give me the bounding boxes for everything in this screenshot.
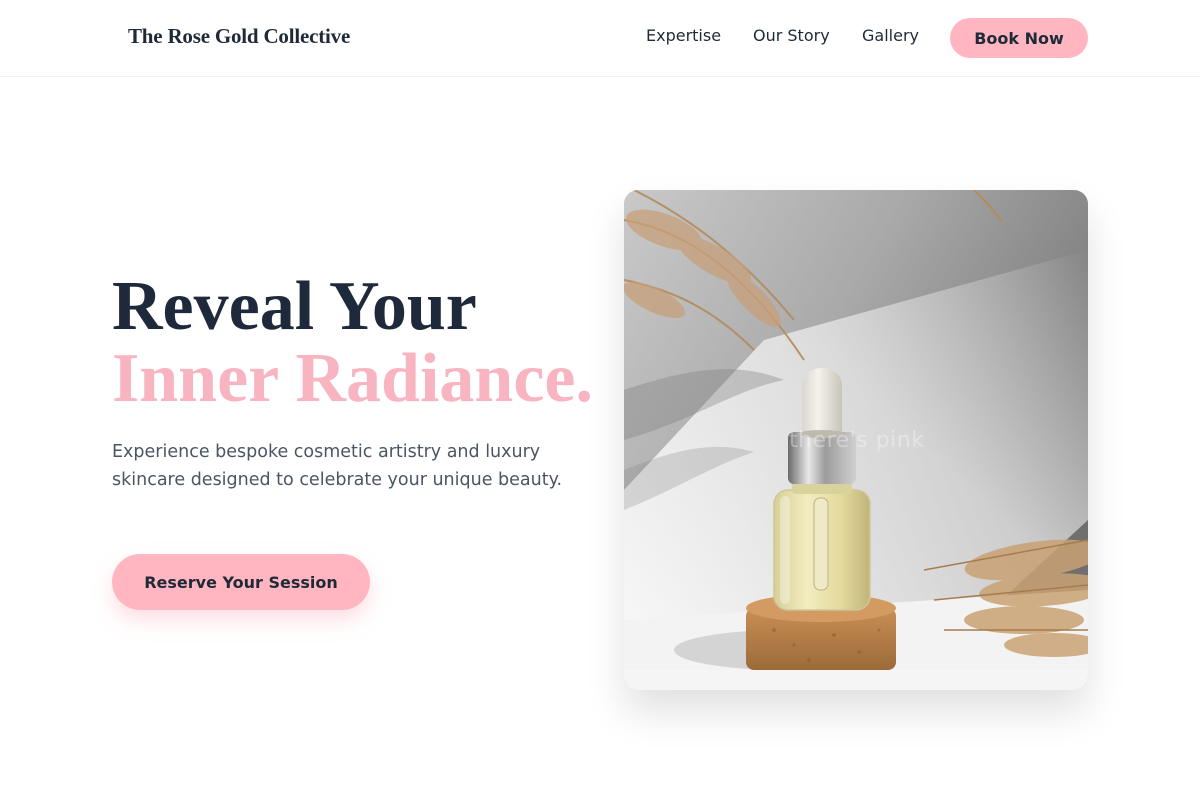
brand-logo[interactable]: The Rose Gold Collective — [128, 24, 350, 49]
hero-title-line-2: Inner Radiance. — [112, 340, 593, 417]
nav-link-gallery[interactable]: Gallery — [862, 26, 919, 45]
image-watermark: there's pink — [789, 428, 925, 453]
hero-subtitle: Experience bespoke cosmetic artistry and… — [112, 442, 563, 490]
hero-product-image: there's pink — [624, 190, 1088, 690]
book-now-button[interactable]: Book Now — [950, 18, 1088, 58]
nav-link-expertise[interactable]: Expertise — [646, 26, 721, 45]
site-header: The Rose Gold Collective Expertise Our S… — [0, 0, 1200, 77]
nav-link-our-story[interactable]: Our Story — [753, 26, 830, 45]
hero-title-line-1: Reveal Your — [112, 268, 477, 345]
reserve-session-button[interactable]: Reserve Your Session — [112, 554, 370, 610]
